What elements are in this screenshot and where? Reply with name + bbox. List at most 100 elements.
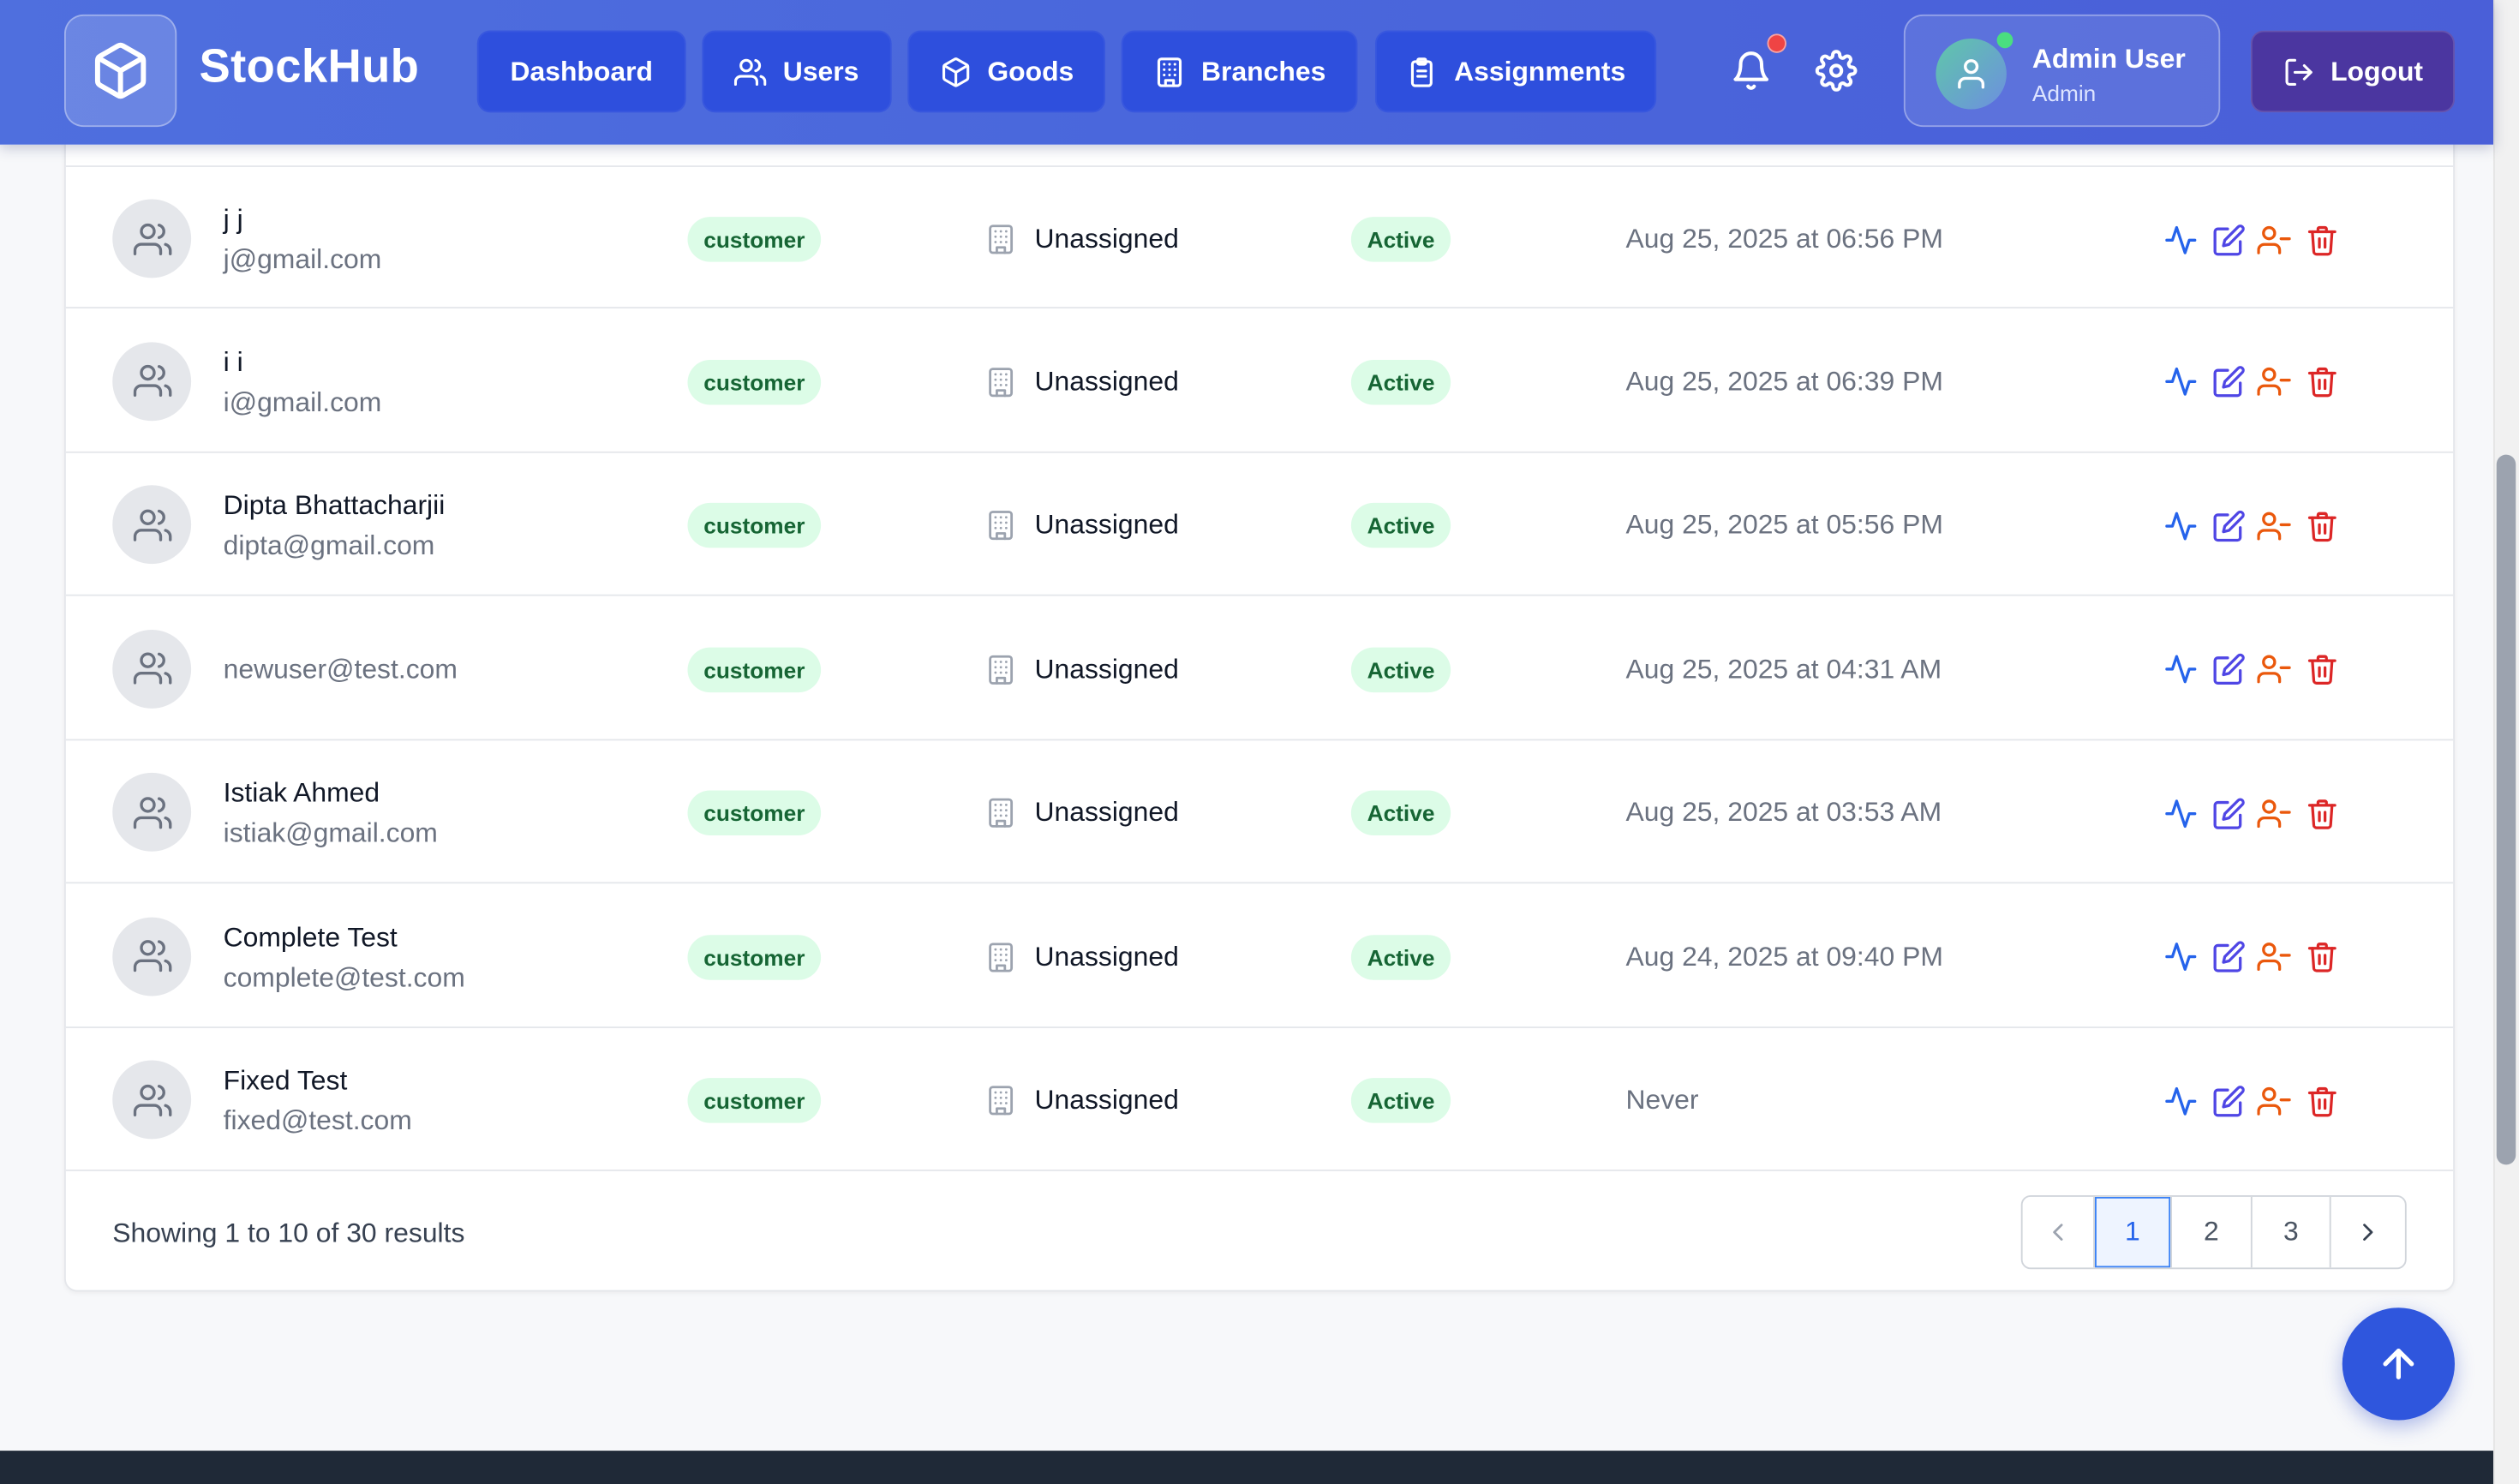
user-menu[interactable]: Admin User Admin [1903, 14, 2221, 128]
delete-user-button[interactable] [2304, 651, 2339, 686]
delete-user-button[interactable] [2304, 364, 2339, 399]
nav-goods[interactable]: Goods [907, 30, 1105, 113]
view-activity-button[interactable] [2163, 364, 2198, 399]
prev-page-button[interactable] [2023, 1196, 2095, 1268]
unassign-user-button[interactable] [2256, 939, 2291, 974]
building-icon [989, 224, 1014, 254]
user-role: Admin [2031, 80, 2097, 106]
scrollbar-thumb[interactable] [2496, 454, 2516, 1165]
logout-button[interactable]: Logout [2250, 30, 2455, 113]
app-frame: StockHub Dashboard Users Goods Branches … [0, 0, 2519, 1484]
role-badge: customer [687, 790, 822, 835]
edit-user-button[interactable] [2211, 508, 2246, 543]
table-row: Fixed Test fixed@test.com customer Unassign… [65, 1028, 2454, 1171]
trash-icon [2307, 655, 2336, 685]
user-email: j@gmail.com [223, 244, 382, 275]
user-avatar [112, 916, 192, 996]
role-badge: customer [687, 934, 822, 979]
view-activity-button[interactable] [2163, 795, 2198, 830]
trash-icon [2307, 799, 2336, 829]
cube-icon [94, 42, 147, 99]
user-email: newuser@test.com [223, 653, 458, 684]
nav-users-label: Users [782, 55, 859, 87]
last-login: Aug 25, 2025 at 05:56 PM [1625, 509, 1943, 540]
view-activity-button[interactable] [2163, 1083, 2198, 1118]
nav-branches[interactable]: Branches [1121, 30, 1358, 113]
branch-icon-wrap [984, 653, 1017, 693]
scroll-to-top-button[interactable] [2342, 1307, 2455, 1421]
delete-user-button[interactable] [2304, 1083, 2339, 1118]
last-login: Aug 24, 2025 at 09:40 PM [1625, 940, 1943, 972]
next-page-button[interactable] [2331, 1197, 2405, 1268]
view-activity-button[interactable] [2163, 222, 2198, 257]
table-row: Dipta Bhattacharjii dipta@gmail.com custom… [65, 453, 2454, 596]
arrow-up-icon [2383, 1348, 2414, 1379]
edit-user-button[interactable] [2211, 364, 2246, 399]
nav-assignments[interactable]: Assignments [1375, 30, 1657, 113]
branch-name: Unassigned [1034, 940, 1179, 972]
pagination-to: 10 [278, 1218, 308, 1248]
delete-user-button[interactable] [2304, 795, 2339, 830]
edit-user-button[interactable] [2211, 1083, 2246, 1118]
unassign-user-button[interactable] [2256, 364, 2291, 399]
user-email: i@gmail.com [223, 386, 382, 417]
edit-user-button[interactable] [2211, 939, 2246, 974]
trash-icon [2307, 367, 2336, 398]
nav-users[interactable]: Users [702, 30, 892, 113]
status-badge: Active [1350, 502, 1451, 548]
unassign-user-button[interactable] [2256, 222, 2291, 257]
user-avatar [112, 341, 192, 421]
view-activity-button[interactable] [2163, 651, 2198, 686]
user-email: istiak@gmail.com [223, 817, 438, 848]
unassign-user-button[interactable] [2256, 795, 2291, 830]
user-avatar [1936, 39, 2007, 110]
edit-user-button[interactable] [2211, 795, 2246, 830]
last-login: Aug 25, 2025 at 04:31 AM [1625, 653, 1942, 684]
user-minus-icon [2256, 655, 2290, 684]
nav-dashboard[interactable]: Dashboard [476, 30, 686, 113]
branch-name: Unassigned [1034, 509, 1179, 540]
notifications-button[interactable] [1729, 48, 1774, 93]
trash-icon [2307, 224, 2336, 255]
nav-goods-label: Goods [987, 55, 1074, 87]
settings-button[interactable] [1814, 48, 1859, 93]
user-name: Dipta Bhattacharjii [223, 489, 446, 521]
edit-user-button[interactable] [2211, 222, 2246, 257]
users-icon [132, 508, 171, 541]
user-minus-icon [2256, 1086, 2290, 1115]
unassign-user-button[interactable] [2256, 651, 2291, 686]
table-row: j j j@gmail.com customer Unassigned Active Au… [65, 165, 2454, 308]
users-icon [132, 222, 171, 254]
users-icon [132, 1083, 171, 1116]
online-status-dot [1993, 28, 2017, 51]
delete-user-button[interactable] [2304, 222, 2339, 257]
edit-icon [2212, 366, 2244, 398]
logo[interactable] [64, 14, 177, 128]
top-navbar: StockHub Dashboard Users Goods Branches … [0, 0, 2493, 145]
activity-icon [2164, 224, 2196, 254]
delete-user-button[interactable] [2304, 508, 2339, 543]
delete-user-button[interactable] [2304, 939, 2339, 974]
user-name: Complete Test [223, 921, 398, 952]
view-activity-button[interactable] [2163, 939, 2198, 974]
clipboard-icon [1411, 57, 1433, 87]
edit-icon [2212, 224, 2244, 255]
edit-icon [2212, 797, 2244, 829]
page-button-1[interactable]: 1 [2094, 1196, 2173, 1268]
role-badge: customer [687, 646, 822, 692]
unassign-user-button[interactable] [2256, 508, 2291, 543]
status-badge: Active [1350, 1078, 1451, 1123]
page-button-3[interactable]: 3 [2252, 1196, 2332, 1268]
activity-icon [2164, 511, 2196, 540]
brand-name[interactable]: StockHub [200, 42, 420, 95]
last-login: Aug 25, 2025 at 06:56 PM [1625, 223, 1943, 254]
user-minus-icon [2256, 224, 2290, 254]
trash-icon [2307, 942, 2336, 972]
view-activity-button[interactable] [2163, 508, 2198, 543]
edit-user-button[interactable] [2211, 651, 2246, 686]
page-button-2[interactable]: 2 [2172, 1196, 2253, 1268]
chevron-right-icon [2363, 1224, 2373, 1241]
branch-name: Unassigned [1034, 1084, 1179, 1116]
role-badge: customer [687, 1078, 822, 1123]
unassign-user-button[interactable] [2256, 1083, 2291, 1118]
